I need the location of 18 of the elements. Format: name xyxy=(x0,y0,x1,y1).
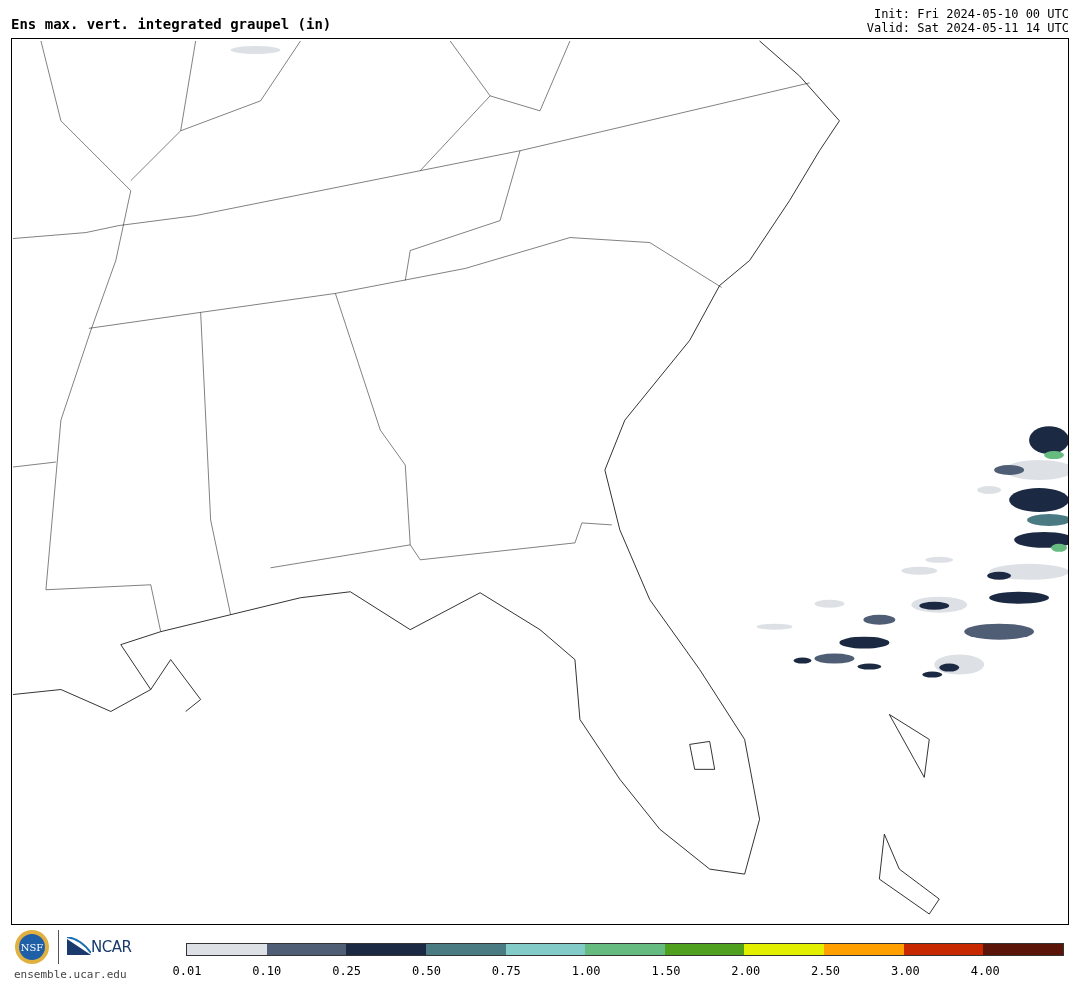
colorbar-tick-label: 2.50 xyxy=(811,963,840,980)
init-time: Init: Fri 2024-05-10 00 UTC xyxy=(872,7,1069,21)
colorbar-tick-label: 2.00 xyxy=(731,963,761,980)
colorbar-tick-label: 0.10 xyxy=(252,963,282,980)
colorbar-tick-label: 1.50 xyxy=(651,963,681,980)
nsf-text: NSF xyxy=(20,942,44,953)
ncar-logo-text: NCAR xyxy=(91,936,132,958)
chart-title: Ens max. vert. integrated graupel (in) xyxy=(11,15,332,34)
colorbar-tick-label: 3.00 xyxy=(890,963,920,980)
colorbar-tick-label: 0.75 xyxy=(491,963,521,980)
colorbar-tick-label: 4.00 xyxy=(970,963,1000,980)
ncar-mark-icon xyxy=(67,937,91,957)
colorbar-tick-label: 1.00 xyxy=(571,963,601,980)
website-url: ensemble.ucar.edu xyxy=(14,967,128,983)
colorbar-tick-label: 0.25 xyxy=(332,963,362,980)
colorbar-tick-label: 0.50 xyxy=(412,963,441,980)
colorbar-tick-label: 0.01 xyxy=(172,963,202,980)
valid-time: Valid: Sat 2024-05-11 14 UTC xyxy=(866,21,1069,35)
